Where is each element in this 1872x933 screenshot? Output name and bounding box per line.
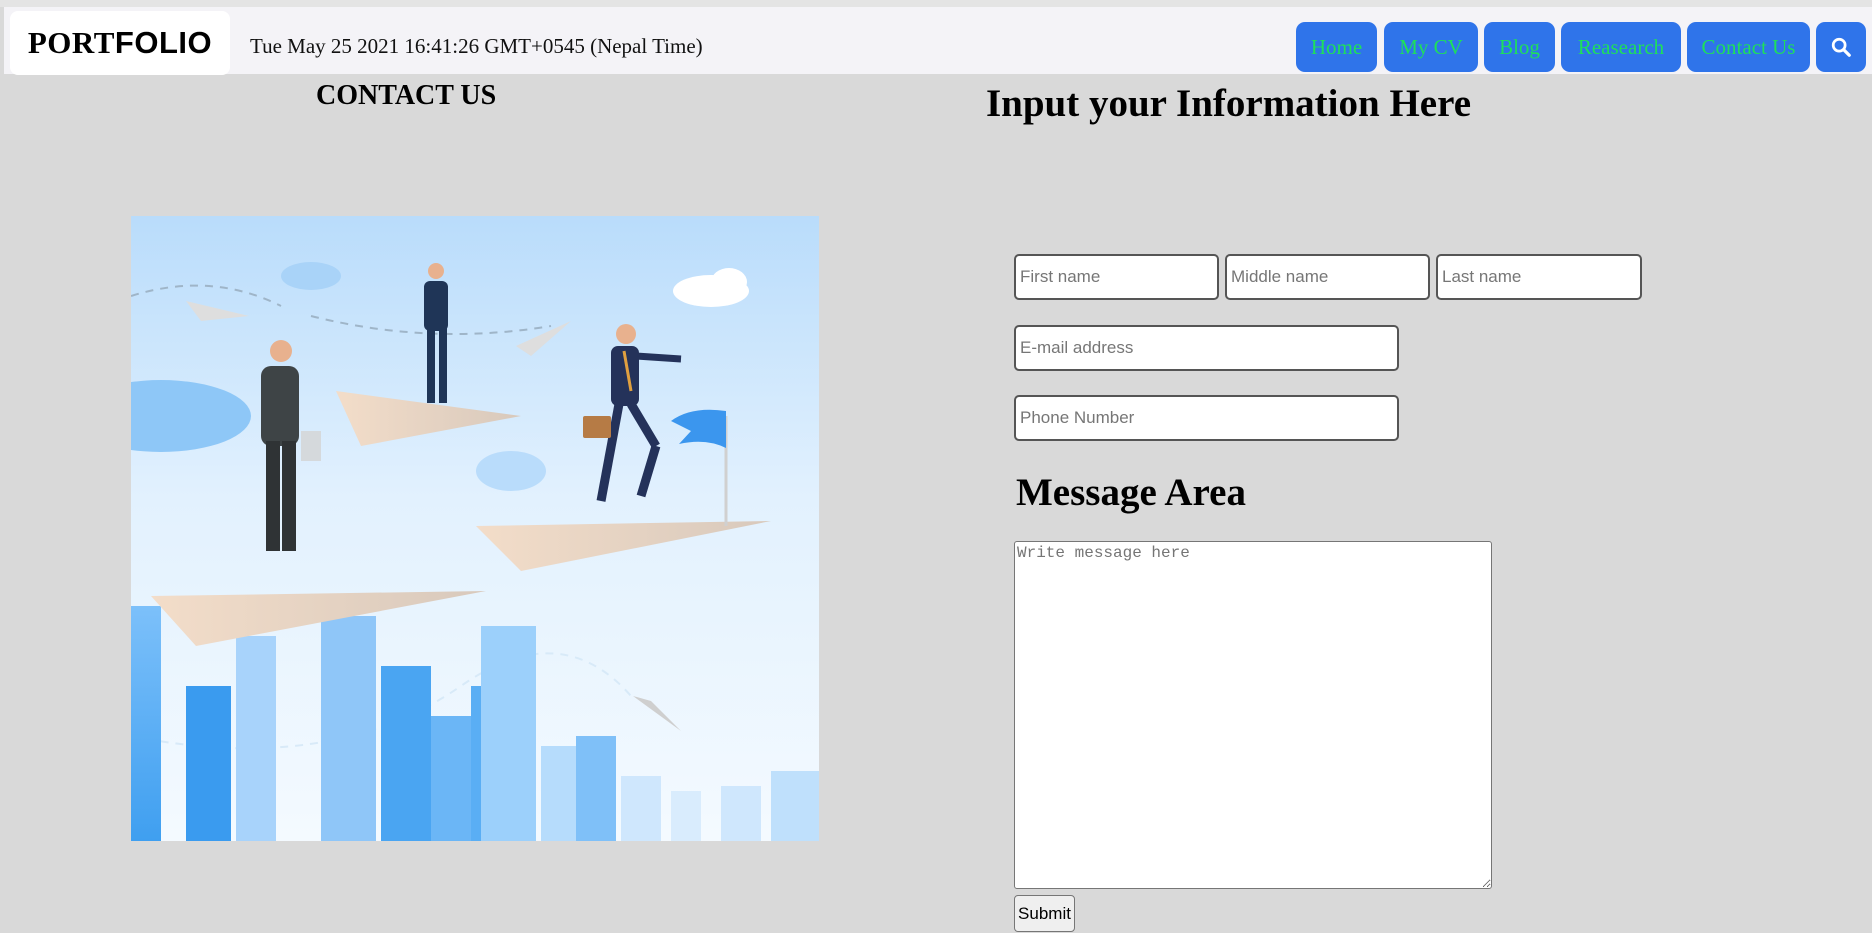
search-icon: [1831, 37, 1851, 57]
first-name-input[interactable]: [1014, 254, 1219, 300]
message-textarea[interactable]: [1014, 541, 1492, 889]
browser-top-strip: [0, 0, 1872, 7]
nav-blog-button[interactable]: Blog: [1484, 22, 1555, 72]
middle-name-input[interactable]: [1225, 254, 1430, 300]
nav-research-button[interactable]: Reasearch: [1561, 22, 1681, 72]
nav-my-cv-button[interactable]: My CV: [1384, 22, 1478, 72]
current-datetime: Tue May 25 2021 16:41:26 GMT+0545 (Nepal…: [250, 34, 703, 58]
logo[interactable]: PORT FOLIO: [10, 11, 230, 75]
contact-us-title: CONTACT US: [316, 80, 497, 111]
contact-illustration: [131, 216, 819, 841]
nav-contact-us-button[interactable]: Contact Us: [1687, 22, 1810, 72]
logo-part-1: PORT: [27, 25, 115, 60]
search-button[interactable]: [1816, 22, 1866, 72]
logo-part-2: FOLIO: [114, 25, 213, 60]
last-name-input[interactable]: [1436, 254, 1642, 300]
form-title: Input your Information Here: [986, 82, 1472, 125]
nav-home-button[interactable]: Home: [1296, 22, 1377, 72]
message-area-title: Message Area: [1016, 471, 1246, 514]
email-input[interactable]: [1014, 325, 1399, 371]
navbar: PORT FOLIO Tue May 25 2021 16:41:26 GMT+0…: [4, 7, 1872, 75]
submit-button[interactable]: Submit: [1014, 895, 1075, 932]
phone-input[interactable]: [1014, 395, 1399, 441]
